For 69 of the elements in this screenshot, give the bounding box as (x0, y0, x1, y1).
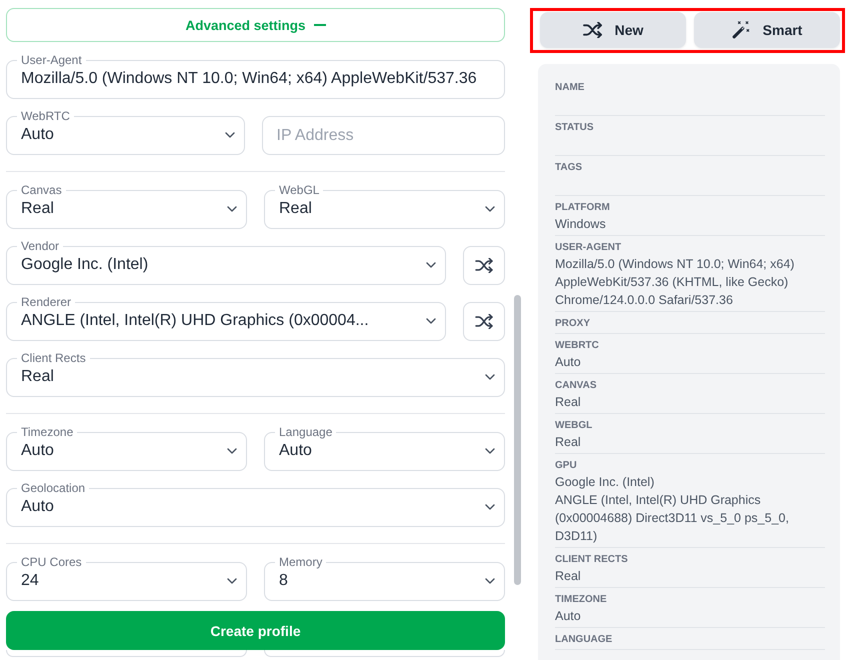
summary-label: TAGS (555, 161, 584, 175)
field-label: WebGL (278, 183, 320, 197)
summary-label: WEBRTC (555, 339, 600, 353)
select-field[interactable]: Renderer ANGLE (Intel, Intel(R) UHD Graphics (0x00004... (6, 295, 446, 341)
field-label: Memory (278, 555, 324, 569)
field-label: Client Rects (20, 351, 87, 365)
summary-label: NAME (555, 81, 586, 95)
field-label: CPU Cores (20, 555, 83, 569)
select-field[interactable]: Timezone Auto (6, 425, 247, 471)
smart-profile-button[interactable]: Smart (694, 12, 840, 48)
summary-label: GPU (555, 459, 578, 473)
chevron-down-icon (227, 578, 237, 584)
magic-wand-icon (732, 21, 750, 39)
field-label: Timezone (20, 425, 74, 439)
summary-value: Windows (555, 216, 607, 233)
field-label: WebRTC (20, 109, 71, 123)
chevron-down-icon (227, 448, 237, 454)
select-field[interactable]: WebRTC Auto (6, 109, 244, 155)
chevron-down-icon (224, 132, 234, 138)
summary-label: CANVAS (555, 379, 598, 393)
shuffle-button[interactable] (463, 246, 505, 285)
field-label: Renderer (20, 295, 72, 309)
summary-value: Auto (555, 354, 582, 371)
select-field[interactable]: Geolocation Auto (6, 481, 505, 527)
summary-value: Real (555, 394, 582, 411)
summary-value: Real (555, 568, 582, 585)
shuffle-icon (475, 258, 493, 273)
chevron-down-icon (485, 578, 495, 584)
shuffle-button[interactable] (463, 302, 505, 341)
select-field[interactable]: Language Auto (264, 425, 505, 471)
chevron-down-icon (485, 374, 495, 380)
summary-value: Auto (555, 608, 582, 625)
chevron-down-icon (426, 318, 436, 324)
chevron-down-icon (485, 448, 495, 454)
summary-value: Real (555, 434, 582, 451)
summary-value: Google Inc. (Intel) (555, 474, 656, 491)
summary-label: PROXY (555, 317, 592, 331)
summary-label: CLIENT RECTS (555, 553, 629, 567)
select-field[interactable]: WebGL Real (264, 183, 505, 229)
summary-label: USER-AGENT (555, 241, 622, 255)
chevron-down-icon (426, 262, 436, 268)
text-field[interactable]: User-Agent Mozilla/5.0 (Windows NT 10.0; Win64; x64) AppleWebKit/537.36 (6, 53, 505, 99)
field-label: Language (278, 425, 334, 439)
field-label: Vendor (20, 239, 60, 253)
field-label: User-Agent (20, 53, 83, 67)
summary-label: STATUS (555, 121, 595, 135)
summary-label: WEBGL (555, 419, 594, 433)
shuffle-icon (582, 22, 602, 38)
chevron-down-icon (227, 206, 237, 212)
select-field[interactable]: CPU Cores 24 (6, 555, 247, 601)
select-field[interactable] (6, 650, 247, 657)
summary-label: LANGUAGE (555, 633, 614, 647)
chevron-down-icon (485, 206, 495, 212)
chevron-down-icon (485, 504, 495, 510)
summary-value: Mozilla/5.0 (Windows NT 10.0; Win64; x64) AppleWebKit/537.36 (KHTML, like Gecko) Chrome/124.0.0.0 Safari/537.36 (555, 256, 796, 309)
summary-label: TIMEZONE (555, 593, 608, 607)
select-field[interactable]: Client Rects Real (6, 351, 505, 397)
input-field[interactable]: IP Address (262, 116, 505, 155)
field-label: Geolocation (20, 481, 86, 495)
select-field[interactable]: Canvas Real (6, 183, 247, 229)
scrollbar[interactable] (514, 295, 521, 585)
shuffle-icon (475, 314, 493, 329)
select-field[interactable]: Memory 8 (264, 555, 505, 601)
summary-value: ANGLE (Intel, Intel(R) UHD Graphics (0x00004688) Direct3D11 vs_5_0 ps_5_0, D3D11) (555, 492, 790, 545)
summary-label: PLATFORM (555, 201, 611, 215)
select-field[interactable]: Vendor Google Inc. (Intel) (6, 239, 446, 285)
field-label: Canvas (20, 183, 63, 197)
select-field[interactable] (264, 650, 505, 657)
new-profile-button[interactable]: New (540, 12, 686, 48)
